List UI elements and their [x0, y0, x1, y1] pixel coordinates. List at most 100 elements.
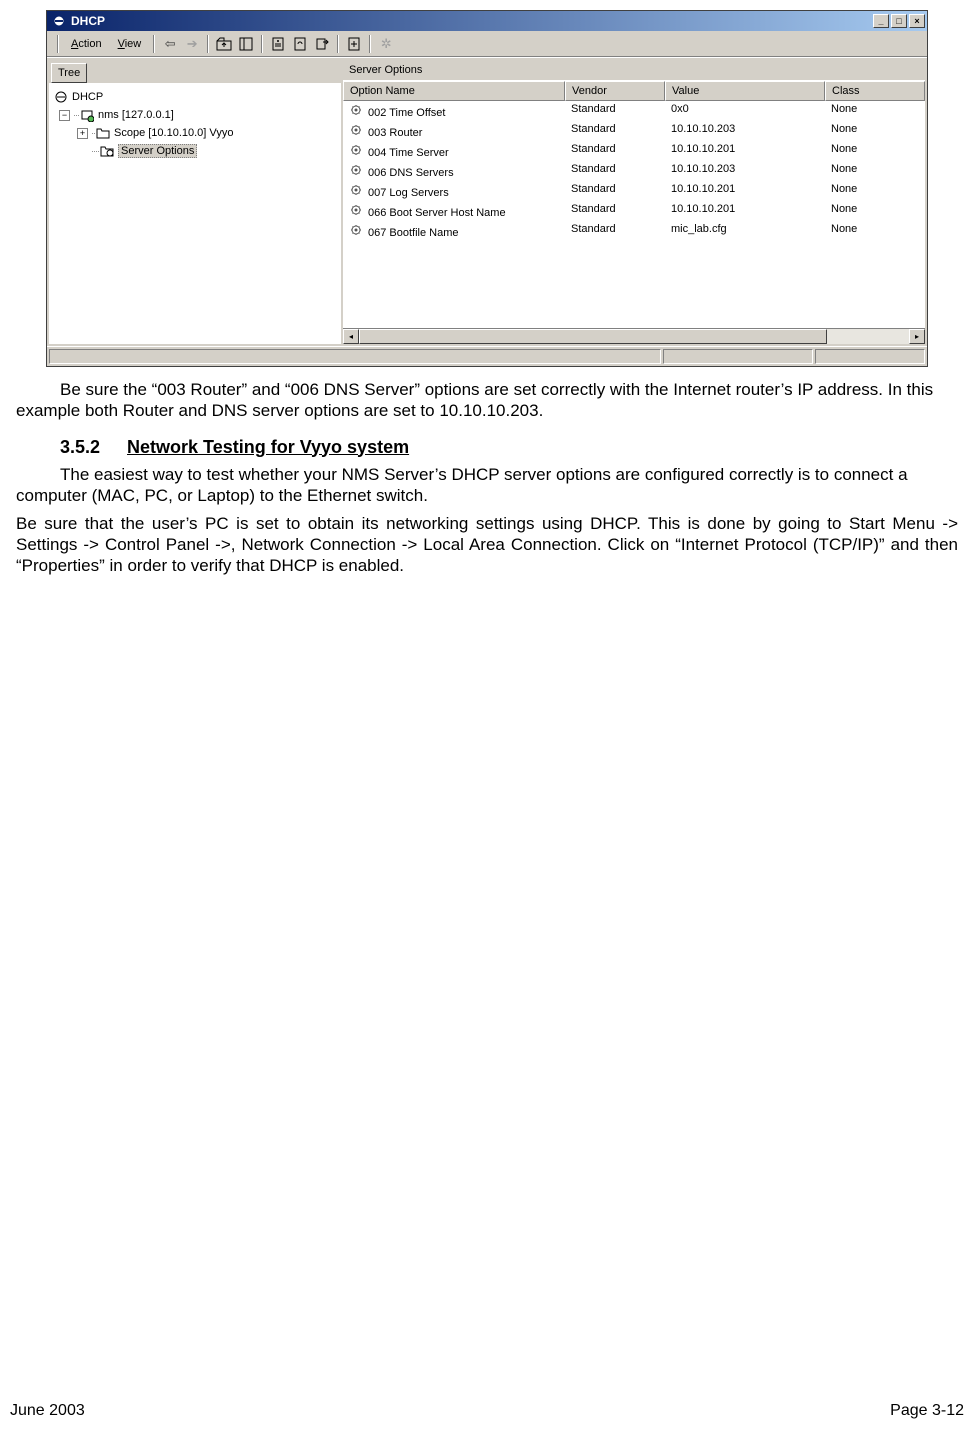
refresh-icon[interactable] — [289, 33, 311, 55]
cell-value: 10.10.10.203 — [665, 122, 825, 140]
help-icon[interactable]: ✲ — [375, 33, 397, 55]
cell-vendor: Standard — [565, 102, 665, 120]
server-icon — [79, 107, 95, 123]
pane-title: Server Options — [343, 60, 925, 81]
maximize-button[interactable]: □ — [891, 14, 907, 28]
dhcp-window: DHCP _ □ × Action View ⇦ ➔ — [46, 10, 928, 367]
table-row[interactable]: 004 Time ServerStandard10.10.10.201None — [343, 141, 925, 161]
cell-class: None — [825, 202, 895, 220]
window-title: DHCP — [71, 14, 871, 28]
menu-action[interactable]: Action — [63, 38, 110, 50]
tree-node-server-options[interactable]: ···· Server Options — [51, 142, 339, 160]
table-row[interactable]: 066 Boot Server Host NameStandard10.10.1… — [343, 201, 925, 221]
col-option-name[interactable]: Option Name — [343, 81, 565, 101]
toolbar: Action View ⇦ ➔ — [47, 31, 927, 57]
cell-value: 0x0 — [665, 102, 825, 120]
app-icon — [51, 13, 67, 29]
table-row[interactable]: 007 Log ServersStandard10.10.10.201None — [343, 181, 925, 201]
paragraph: Be sure the “003 Router” and “006 DNS Se… — [16, 379, 958, 422]
settings-icon[interactable] — [343, 33, 365, 55]
cell-class: None — [825, 222, 895, 240]
cell-option-name: 004 Time Server — [343, 142, 565, 160]
tree-node-scope[interactable]: + ·· Scope [10.10.10.0] Vyyo — [51, 124, 339, 142]
close-button[interactable]: × — [909, 14, 925, 28]
heading-number: 3.5.2 — [16, 436, 122, 459]
column-headers: Option Name Vendor Value Class — [343, 81, 925, 101]
scroll-right-icon[interactable]: ▸ — [909, 329, 925, 344]
forward-icon[interactable]: ➔ — [181, 33, 203, 55]
toolbar-separator-icon — [207, 35, 209, 53]
options-icon — [99, 143, 115, 159]
option-gear-icon — [349, 223, 365, 237]
cell-option-name: 003 Router — [343, 122, 565, 140]
cell-class: None — [825, 182, 895, 200]
cell-value: 10.10.10.201 — [665, 142, 825, 160]
table-row[interactable]: 006 DNS ServersStandard10.10.10.203None — [343, 161, 925, 181]
table-row[interactable]: 067 Bootfile NameStandardmic_lab.cfgNone — [343, 221, 925, 241]
option-gear-icon — [349, 103, 365, 117]
tree-pane: Tree DHCP − ··· nms [127.0.0.1] — [49, 60, 341, 344]
toolbar-separator-icon — [369, 35, 371, 53]
col-value[interactable]: Value — [665, 81, 825, 101]
tree-label: nms [127.0.0.1] — [98, 109, 174, 121]
scroll-left-icon[interactable]: ◂ — [343, 329, 359, 344]
col-class[interactable]: Class — [825, 81, 925, 101]
menu-view[interactable]: View — [110, 38, 150, 50]
option-gear-icon — [349, 123, 365, 137]
collapse-icon[interactable]: − — [59, 110, 70, 121]
up-folder-icon[interactable] — [213, 33, 235, 55]
cell-option-name: 002 Time Offset — [343, 102, 565, 120]
section-heading: 3.5.2 Network Testing for Vyyo system — [16, 436, 958, 459]
cell-class: None — [825, 122, 895, 140]
properties-icon[interactable] — [267, 33, 289, 55]
cell-class: None — [825, 162, 895, 180]
cell-option-name: 067 Bootfile Name — [343, 222, 565, 240]
cell-vendor: Standard — [565, 182, 665, 200]
cell-vendor: Standard — [565, 222, 665, 240]
titlebar[interactable]: DHCP _ □ × — [47, 11, 927, 31]
back-icon[interactable]: ⇦ — [159, 33, 181, 55]
cell-value: 10.10.10.201 — [665, 182, 825, 200]
scroll-track[interactable] — [359, 329, 909, 344]
minimize-button[interactable]: _ — [873, 14, 889, 28]
col-vendor[interactable]: Vendor — [565, 81, 665, 101]
horizontal-scrollbar[interactable]: ◂ ▸ — [343, 328, 925, 344]
status-cell — [815, 349, 925, 364]
toolbar-grip-icon — [57, 35, 59, 53]
toolbar-separator-icon — [153, 35, 155, 53]
footer-page: Page 3-12 — [890, 1402, 964, 1420]
tree-label: DHCP — [72, 91, 103, 103]
show-pane-icon[interactable] — [235, 33, 257, 55]
document-body: Be sure the “003 Router” and “006 DNS Se… — [10, 379, 964, 576]
cell-class: None — [825, 142, 895, 160]
cell-option-name: 066 Boot Server Host Name — [343, 202, 565, 220]
option-gear-icon — [349, 183, 365, 197]
option-gear-icon — [349, 143, 365, 157]
table-row[interactable]: 002 Time OffsetStandard0x0None — [343, 101, 925, 121]
paragraph: The easiest way to test whether your NMS… — [16, 464, 958, 507]
tab-tree[interactable]: Tree — [51, 63, 87, 83]
cell-vendor: Standard — [565, 202, 665, 220]
cell-option-name: 006 DNS Servers — [343, 162, 565, 180]
footer-date: June 2003 — [10, 1402, 85, 1420]
list-pane: Server Options Option Name Vendor Value … — [343, 60, 925, 344]
tree-node-server[interactable]: − ··· nms [127.0.0.1] — [51, 106, 339, 124]
expand-icon[interactable]: + — [77, 128, 88, 139]
status-cell — [663, 349, 813, 364]
cell-value: 10.10.10.201 — [665, 202, 825, 220]
cell-vendor: Standard — [565, 162, 665, 180]
options-list[interactable]: 002 Time OffsetStandard0x0None003 Router… — [343, 101, 925, 328]
scroll-thumb[interactable] — [359, 329, 827, 344]
export-icon[interactable] — [311, 33, 333, 55]
tree-root[interactable]: DHCP — [51, 88, 339, 106]
table-row[interactable]: 003 RouterStandard10.10.10.203None — [343, 121, 925, 141]
tree-line-icon: ···· — [91, 146, 99, 156]
cell-vendor: Standard — [565, 122, 665, 140]
toolbar-separator-icon — [261, 35, 263, 53]
tree-view[interactable]: DHCP − ··· nms [127.0.0.1] + ·· — [49, 84, 341, 344]
folder-icon — [95, 125, 111, 141]
status-cell — [49, 349, 661, 364]
tree-label: Scope [10.10.10.0] Vyyo — [114, 127, 233, 139]
toolbar-separator-icon — [337, 35, 339, 53]
page-footer: June 2003 Page 3-12 — [10, 1402, 964, 1420]
